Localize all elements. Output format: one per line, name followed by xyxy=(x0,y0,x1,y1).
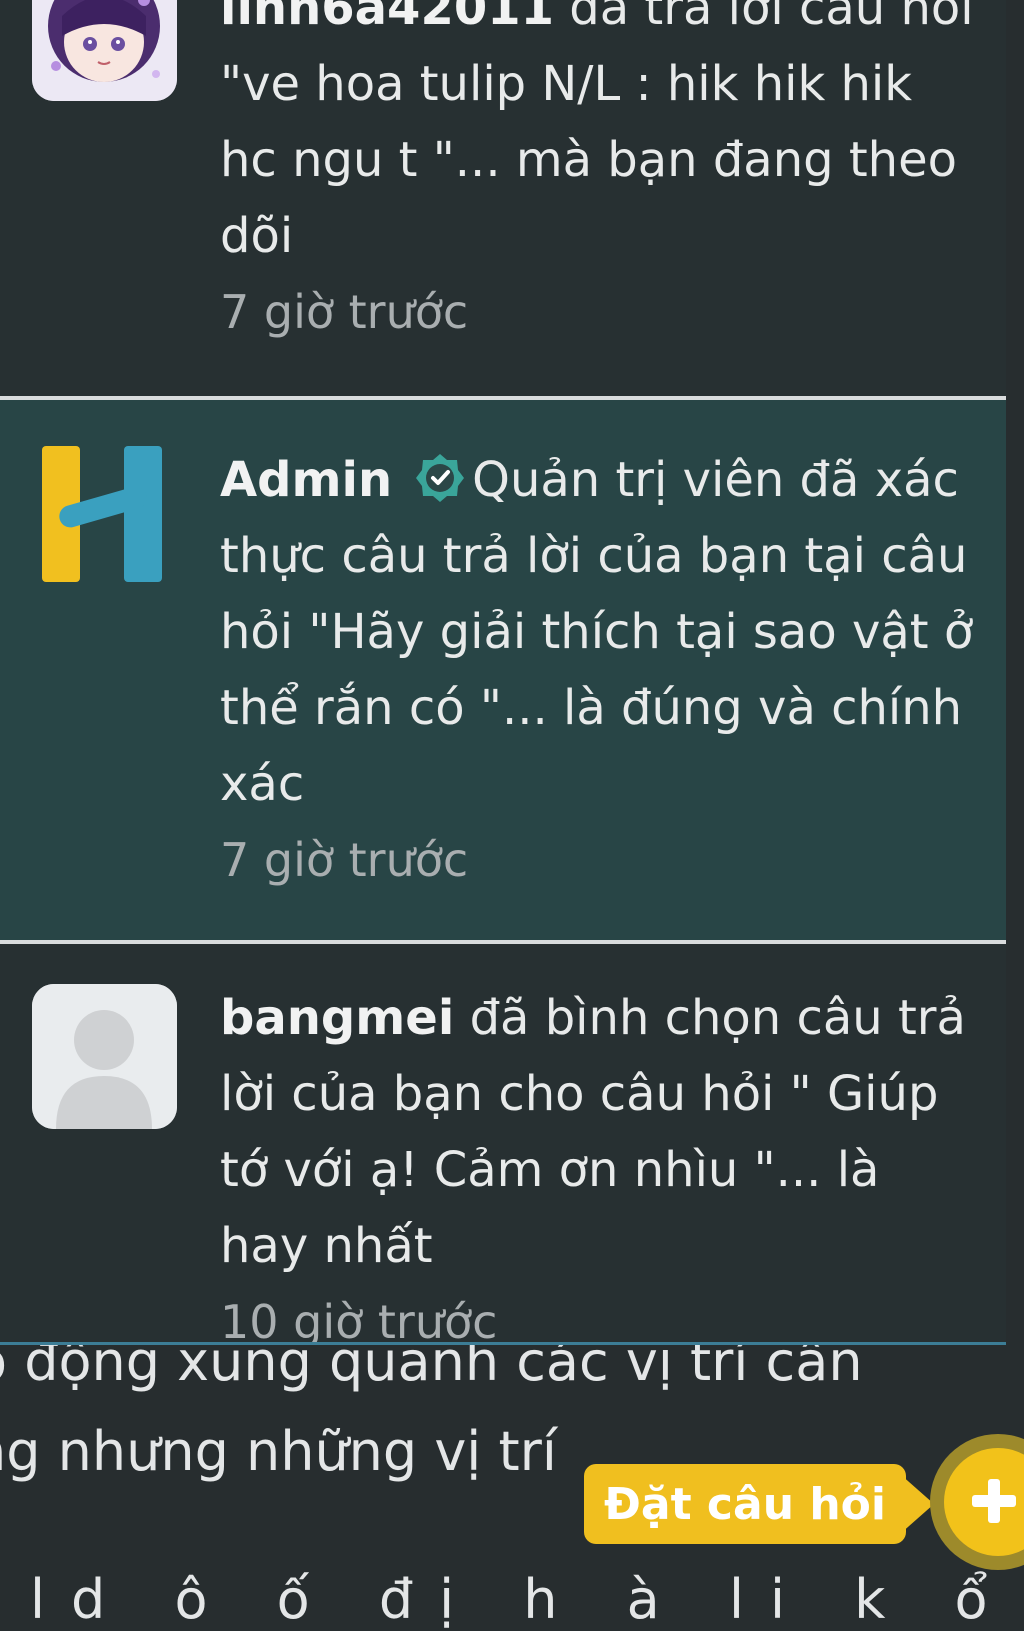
notifications-panel: linh6a42011 đã trả lời câu hỏi "ve hoa t… xyxy=(0,0,1006,1344)
notification-item[interactable]: linh6a42011 đã trả lời câu hỏi "ve hoa t… xyxy=(0,0,1006,396)
notification-time: 7 giờ trước xyxy=(220,285,469,339)
hoc24-logo-icon xyxy=(42,446,162,582)
ask-button-arrow xyxy=(900,1474,934,1534)
default-user-icon[interactable] xyxy=(32,984,177,1129)
notification-message: đã trả lời câu hỏi "ve hoa tulip N/L : h… xyxy=(220,0,974,264)
notification-text: Admin Quản trị viên đã xác thực câu trả … xyxy=(220,442,980,898)
plus-icon-vertical xyxy=(988,1479,1000,1523)
notification-text: bangmei đã bình chọn câu trả lời của bạn… xyxy=(220,980,980,1344)
verified-check-icon xyxy=(416,454,465,502)
background-question-text-line-2: ng nhưng những vị trí xyxy=(0,1420,557,1483)
notification-username[interactable]: Admin xyxy=(220,452,392,508)
ask-question-button[interactable]: Đặt câu hỏi xyxy=(584,1464,906,1544)
notification-username[interactable]: linh6a42011 xyxy=(220,0,554,36)
notification-item-highlighted[interactable]: Admin Quản trị viên đã xác thực câu trả … xyxy=(0,400,1006,940)
background-question-text-line-3: ld ô ố đị h à li k ổ xyxy=(30,1568,1014,1631)
notification-time: 7 giờ trước xyxy=(220,833,469,887)
anime-avatar-icon[interactable] xyxy=(32,0,177,101)
notification-text: linh6a42011 đã trả lời câu hỏi "ve hoa t… xyxy=(220,0,980,350)
notification-item[interactable]: bangmei đã bình chọn câu trả lời của bạn… xyxy=(0,944,1006,1344)
notification-username[interactable]: bangmei xyxy=(220,990,454,1046)
notification-time: 10 giờ trước xyxy=(220,1295,498,1344)
panel-bottom-border xyxy=(0,1342,1006,1345)
